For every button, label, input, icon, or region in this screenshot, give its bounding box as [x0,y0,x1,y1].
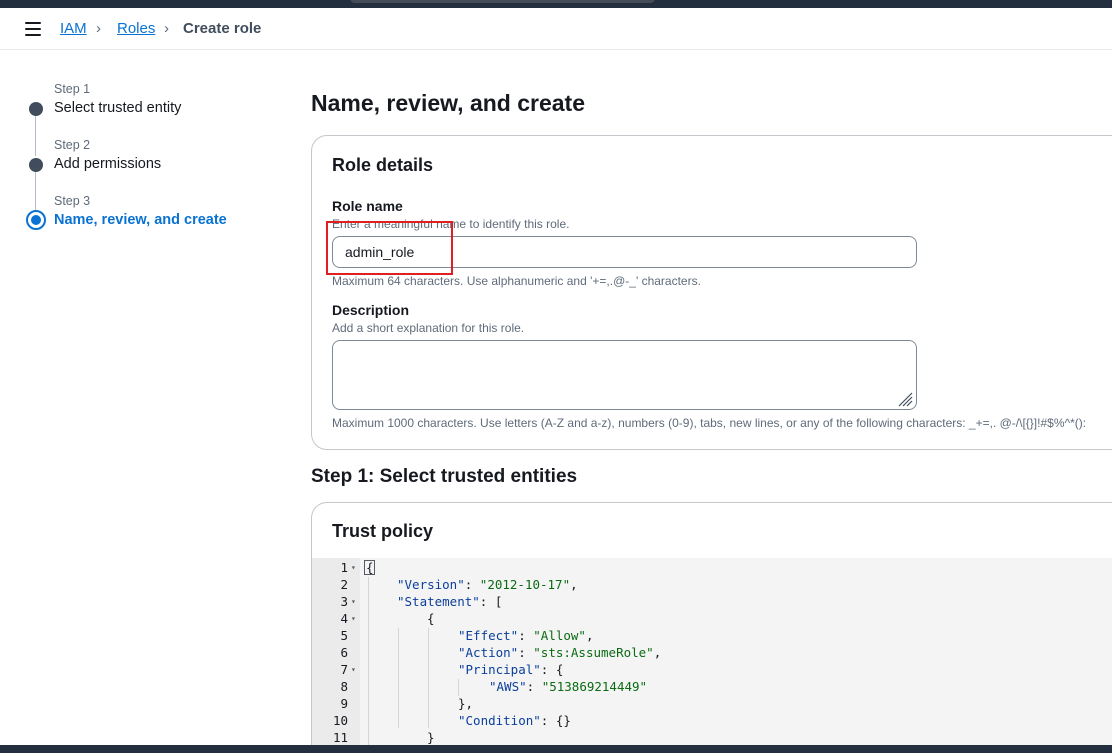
fold-arrow-icon[interactable]: ▾ [351,597,356,606]
line-number: 10 [332,713,348,728]
code-line: "Principal": { [458,662,564,677]
chevron-right-icon: › [96,20,101,37]
fold-arrow-icon[interactable]: ▾ [351,665,356,674]
top-navigation-bar [0,0,1112,8]
fold-arrow-icon[interactable]: ▾ [351,563,356,572]
page-title: Name, review, and create [311,90,586,116]
indent-guide [368,577,369,747]
fold-arrow-icon[interactable]: ▾ [351,614,356,623]
line-number: 9 [340,696,348,711]
step-title[interactable]: Select trusted entity [54,100,181,116]
step-dot-active [26,210,46,230]
code-line: { [366,560,374,575]
line-number: 5 [340,628,348,643]
policy-code-editor[interactable]: 1 2 3 4 5 6 7 8 9 10 11 ▾ ▾ ▾ ▾ { "Versi… [312,558,1112,753]
description-textarea[interactable] [332,340,917,410]
section-title: Step 1: Select trusted entities [311,466,578,487]
role-name-description: Enter a meaningful name to identify this… [332,217,570,231]
breadcrumb-roles[interactable]: Roles [117,20,155,37]
description-constraint: Maximum 1000 characters. Use letters (A-… [332,416,1087,430]
role-details-card: Role details Role name Enter a meaningfu… [311,135,1112,450]
step-connector [35,172,36,212]
trust-policy-card: Trust policy 1 2 3 4 5 6 7 8 9 10 11 ▾ ▾… [311,502,1112,753]
indent-guide [458,679,459,696]
step-connector [35,116,36,156]
line-number: 4 [340,611,348,626]
step-title[interactable]: Add permissions [54,156,161,172]
line-number: 2 [340,577,348,592]
code-line: "Effect": "Allow", [458,628,594,643]
card-title: Trust policy [332,521,434,541]
step-number: Step 2 [54,138,91,152]
step-dot [29,102,43,116]
code-line: "Action": "sts:AssumeRole", [458,645,662,660]
role-name-label: Role name [332,198,403,214]
line-number: 6 [340,645,348,660]
step-number: Step 3 [54,194,91,208]
code-line: { [427,611,435,626]
breadcrumb-iam[interactable]: IAM [60,20,87,37]
role-name-constraint: Maximum 64 characters. Use alphanumeric … [332,274,701,288]
description-label: Description [332,302,410,318]
resize-handle-icon[interactable] [897,391,913,407]
code-line: "Version": "2012-10-17", [397,577,578,592]
code-line: "Condition": {} [458,713,571,728]
card-title: Role details [332,155,434,175]
line-number: 11 [332,730,348,745]
code-line: }, [458,696,474,711]
line-number: 1 [340,560,348,575]
step-title-active: Name, review, and create [54,212,227,228]
breadcrumb-current: Create role [183,20,262,37]
line-number: 3 [340,594,348,609]
step-dot [29,158,43,172]
chevron-right-icon: › [164,20,169,37]
menu-icon[interactable] [25,22,41,36]
description-help: Add a short explanation for this role. [332,321,525,335]
search-bar[interactable] [350,0,655,3]
line-number: 7 [340,662,348,677]
code-line: } [427,730,435,745]
bottom-bar [0,745,1112,753]
indent-guide [398,628,399,728]
code-line: "AWS": "513869214449" [489,679,648,694]
role-name-input[interactable] [332,236,917,268]
code-line: "Statement": [ [397,594,503,609]
indent-guide [428,628,429,728]
line-number-gutter: 1 2 3 4 5 6 7 8 9 10 11 ▾ ▾ ▾ ▾ [312,558,360,753]
step-number: Step 1 [54,82,91,96]
breadcrumb-bar: IAM › Roles › Create role [0,8,1112,50]
line-number: 8 [340,679,348,694]
